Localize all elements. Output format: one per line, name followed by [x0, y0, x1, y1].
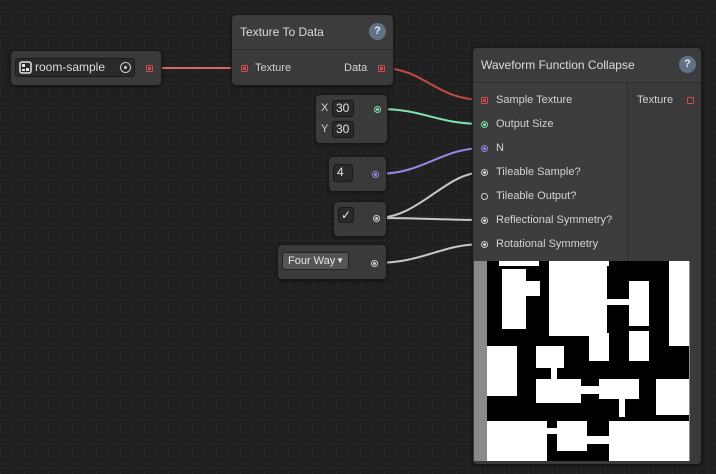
rotational-symmetry-port[interactable] — [481, 241, 488, 248]
symmetry-output-port[interactable] — [371, 260, 378, 267]
node-header[interactable]: Texture To Data ? — [232, 15, 393, 50]
waveform-function-collapse-node[interactable]: Waveform Function Collapse ? Sample Text… — [472, 47, 702, 465]
wire-output-size — [378, 108, 485, 125]
wire-bool-to-tileable-sample — [375, 171, 485, 219]
y-value-field[interactable]: 30 — [332, 121, 354, 138]
n-label: N — [496, 142, 504, 154]
bool-node[interactable]: ✓ — [333, 201, 387, 237]
checkbox[interactable]: ✓ — [338, 207, 354, 223]
texture-asset-node[interactable]: room-sample — [10, 50, 162, 86]
wire-symmetry-to-rotational — [373, 243, 485, 264]
symmetry-dropdown[interactable]: Four Way ▼ — [282, 252, 349, 270]
texture-output-label: Texture — [637, 94, 674, 106]
wire-n — [375, 147, 485, 175]
wire-bool-to-reflectional — [375, 217, 485, 221]
x-value-field[interactable]: 30 — [332, 100, 354, 117]
reflectional-symmetry-label: Reflectional Symmetry? — [496, 214, 613, 226]
n-value-field[interactable]: 4 — [333, 164, 353, 182]
help-button[interactable]: ? — [679, 56, 696, 73]
bool-output-port[interactable] — [373, 215, 380, 222]
node-header[interactable]: Waveform Function Collapse ? — [473, 48, 701, 83]
asset-output-port[interactable] — [146, 65, 153, 72]
data-output-port[interactable] — [378, 65, 385, 72]
tileable-output-label: Tileable Output? — [496, 190, 577, 202]
tileable-sample-label: Tileable Sample? — [496, 166, 581, 178]
reflectional-symmetry-port[interactable] — [481, 217, 488, 224]
texture-output-port[interactable] — [687, 97, 694, 104]
node-title: Waveform Function Collapse — [481, 58, 635, 72]
output-size-node[interactable]: X 30 Y 30 — [315, 94, 388, 144]
node-title: Texture To Data — [240, 25, 324, 39]
help-button[interactable]: ? — [369, 23, 386, 40]
x-label: X — [321, 102, 329, 114]
texture-input-port[interactable] — [241, 65, 248, 72]
output-size-port[interactable] — [374, 106, 381, 113]
wire-data-to-sample-texture — [380, 67, 485, 101]
n-output-port[interactable] — [372, 171, 379, 178]
tileable-output-port[interactable] — [481, 193, 488, 200]
texture-to-data-node[interactable]: Texture To Data ? Texture Data — [231, 14, 394, 86]
object-field[interactable]: room-sample — [15, 58, 135, 77]
texture-preview-image — [474, 261, 690, 461]
output-size-label: Output Size — [496, 118, 554, 130]
data-output-label: Data — [344, 62, 368, 74]
n-value-node[interactable]: 4 — [328, 156, 387, 192]
n-input-port[interactable] — [481, 145, 488, 152]
sample-texture-port[interactable] — [481, 97, 488, 104]
texture-asset-icon — [19, 61, 32, 74]
chevron-down-icon: ▼ — [336, 256, 344, 265]
rotational-symmetry-label: Rotational Symmetry — [496, 238, 599, 250]
sample-texture-label: Sample Texture — [496, 94, 573, 106]
object-picker-icon[interactable] — [120, 62, 131, 73]
symmetry-selected: Four Way — [288, 255, 336, 267]
y-label: Y — [321, 123, 329, 135]
texture-input-label: Texture — [255, 62, 292, 74]
symmetry-node[interactable]: Four Way ▼ — [277, 244, 387, 280]
output-size-input-port[interactable] — [481, 121, 488, 128]
tileable-sample-port[interactable] — [481, 169, 488, 176]
object-field-name: room-sample — [35, 60, 106, 74]
